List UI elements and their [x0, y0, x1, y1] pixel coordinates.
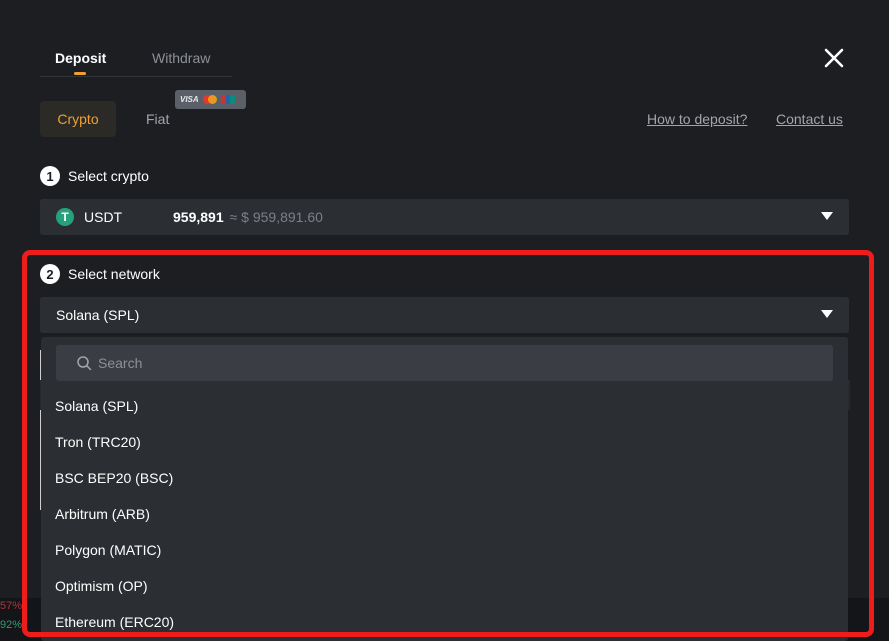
usdt-icon: T [56, 208, 74, 226]
contact-us-link[interactable]: Contact us [776, 111, 843, 127]
coin-name: USDT [84, 209, 123, 225]
network-option[interactable]: Ethereum (ERC20) [55, 614, 174, 630]
close-button[interactable] [822, 46, 846, 70]
network-dropdown: Solana (SPL) Tron (TRC20) BSC BEP20 (BSC… [41, 337, 848, 641]
step-number: 2 [40, 264, 60, 284]
deposit-withdraw-tabs: Deposit Withdraw [40, 40, 232, 77]
tab-withdraw[interactable]: Withdraw [152, 50, 210, 66]
coin-balance-usd: ≈ $ 959,891.60 [229, 209, 323, 225]
deposit-modal: 57% 92% Deposit Withdraw Crypto Fiat VIS… [0, 0, 889, 641]
mastercard-icon [202, 95, 217, 104]
coin-balance: 959,891 [173, 209, 224, 225]
how-to-deposit-link[interactable]: How to deposit? [647, 111, 747, 127]
step-select-network: 2 Select network [40, 264, 160, 284]
network-option[interactable]: Polygon (MATIC) [55, 542, 161, 558]
step-label: Select network [68, 266, 160, 282]
payment-cards-badge: VISA [175, 90, 246, 109]
network-option[interactable]: Solana (SPL) [55, 398, 138, 414]
network-option[interactable]: Optimism (OP) [55, 578, 148, 594]
chevron-down-icon [821, 310, 833, 318]
subtab-crypto[interactable]: Crypto [40, 101, 116, 137]
tab-deposit[interactable]: Deposit [55, 50, 106, 66]
chevron-down-icon [821, 212, 833, 220]
step-label: Select crypto [68, 168, 149, 184]
background-ticker: 92% [0, 619, 23, 631]
subtab-fiat[interactable]: Fiat [146, 111, 169, 127]
step-number: 1 [40, 166, 60, 186]
network-search [56, 345, 833, 381]
search-icon [77, 356, 92, 371]
network-option[interactable]: BSC BEP20 (BSC) [55, 470, 173, 486]
crypto-select[interactable]: T USDT 959,891 ≈ $ 959,891.60 [40, 199, 849, 235]
close-icon [824, 48, 844, 68]
search-input[interactable] [98, 355, 798, 371]
step-select-crypto: 1 Select crypto [40, 166, 149, 186]
active-tab-indicator [74, 72, 86, 75]
visa-logo: VISA [180, 95, 199, 104]
unionpay-icon [220, 95, 235, 104]
selected-network: Solana (SPL) [56, 307, 140, 323]
network-option[interactable]: Tron (TRC20) [55, 434, 141, 450]
background-ticker: 57% [0, 600, 23, 612]
network-select[interactable]: Solana (SPL) [40, 297, 849, 333]
network-option[interactable]: Arbitrum (ARB) [55, 506, 150, 522]
